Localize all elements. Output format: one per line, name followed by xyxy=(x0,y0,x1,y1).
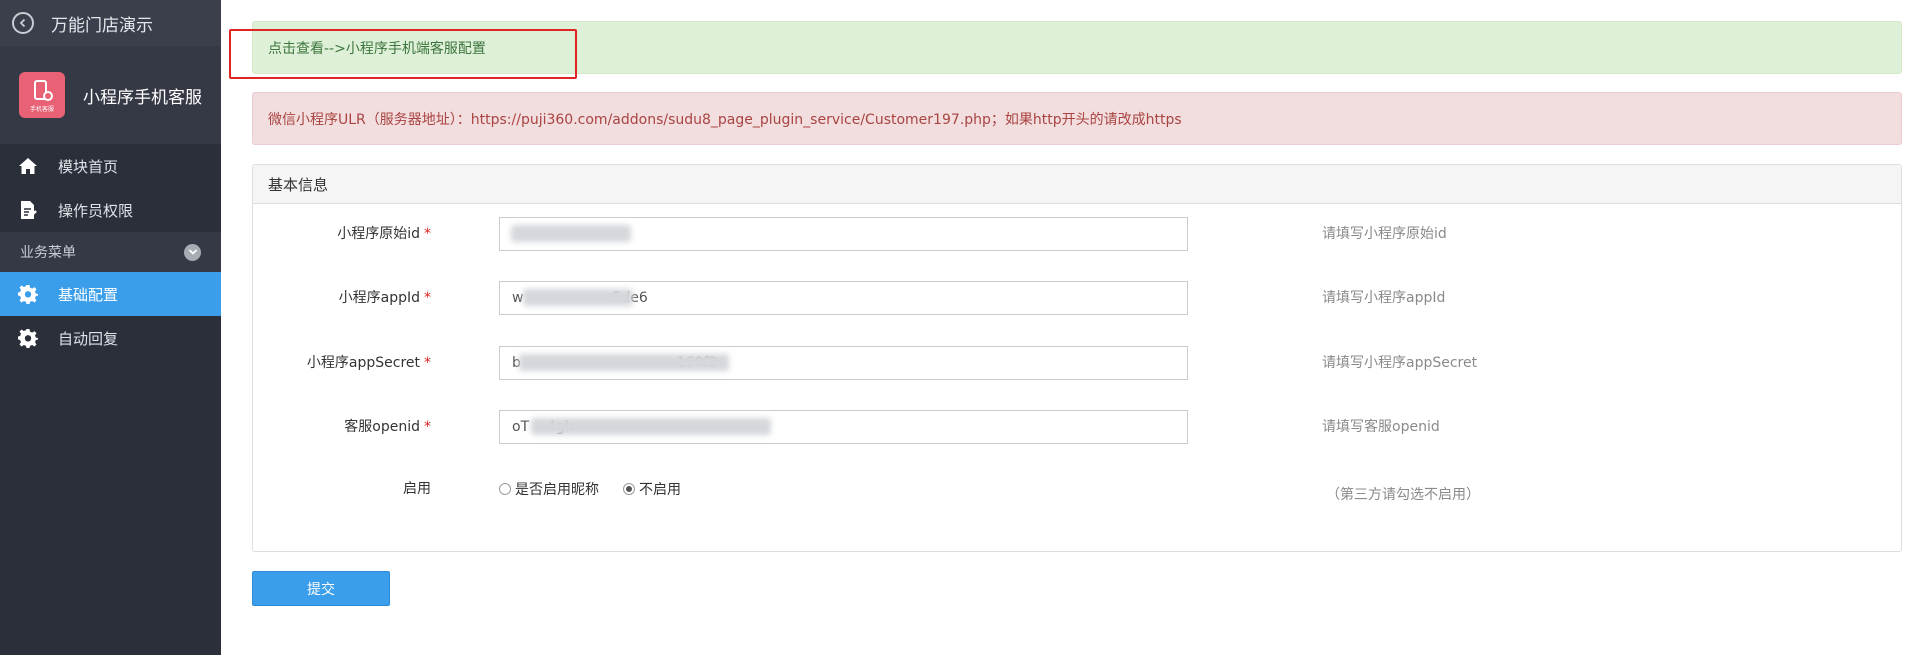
radio-button[interactable] xyxy=(499,483,511,495)
back-button[interactable]: 万能门店演示 xyxy=(0,0,221,46)
redaction xyxy=(523,289,633,306)
chevron-down-icon[interactable] xyxy=(184,243,201,261)
form-row-appid: 小程序appId* 请填写小程序appId xyxy=(253,281,1901,315)
section-label: 业务菜单 xyxy=(20,245,76,261)
submit-button[interactable]: 提交 xyxy=(252,571,390,606)
field-label: 小程序appId * xyxy=(338,290,431,306)
main-content: 点击查看-->小程序手机端客服配置 微信小程序ULR（服务器地址）：https:… xyxy=(252,21,1902,606)
panel-title: 基本信息 xyxy=(253,165,1901,204)
redaction xyxy=(519,354,729,371)
field-help: 请填写小程序原始id xyxy=(1322,226,1447,242)
sidebar-item-basic-config[interactable]: 基础配置 xyxy=(0,272,221,316)
back-arrow-icon[interactable] xyxy=(12,12,34,34)
module-logo: 手机客服 xyxy=(19,72,65,118)
sidebar-item-label: 基础配置 xyxy=(58,285,119,304)
gear-icon xyxy=(18,284,38,304)
form-row-openid: 客服openid* 请填写客服openid xyxy=(253,410,1901,444)
radio-enable-nickname[interactable]: 是否启用昵称 xyxy=(499,479,599,499)
basic-info-panel: 基本信息 小程序原始id* 请填写小程序原始id 小程序appId* 请填写小程… xyxy=(252,164,1902,552)
redaction xyxy=(531,418,771,435)
field-help: 请填写小程序appId xyxy=(1322,290,1446,306)
redaction xyxy=(511,225,631,242)
sidebar-section-business-menu[interactable]: 业务菜单 xyxy=(0,232,221,272)
customer-service-config-link[interactable]: 点击查看-->小程序手机端客服配置 xyxy=(268,38,486,58)
form-row-original-id: 小程序原始id * 请填写小程序原始id xyxy=(253,217,1901,251)
form-row-appsecret: 小程序appSecret* 请填写小程序appSecret xyxy=(253,346,1901,380)
field-label: 客服openid * xyxy=(344,419,431,435)
module-name: 小程序手机客服 xyxy=(83,87,202,108)
radio-disable[interactable]: 不启用 xyxy=(623,479,681,499)
field-help: 请填写客服openid xyxy=(1322,419,1440,435)
enable-radio-group: 是否启用昵称 不启用 xyxy=(499,472,705,506)
sidebar-item-label: 操作员权限 xyxy=(58,201,134,220)
document-edit-icon xyxy=(18,200,38,220)
field-help: （第三方请勾选不启用） xyxy=(1326,487,1480,503)
sidebar-item-operator-permissions[interactable]: 操作员权限 xyxy=(0,188,221,232)
sidebar-item-label: 自动回复 xyxy=(58,329,119,348)
back-title: 万能门店演示 xyxy=(51,15,153,36)
logo-caption: 手机客服 xyxy=(29,106,54,113)
field-label: 小程序原始id * xyxy=(337,226,431,242)
module-header: 手机客服 小程序手机客服 xyxy=(0,46,221,144)
field-label: 小程序appSecret * xyxy=(306,355,431,371)
server-url-notice: 微信小程序ULR（服务器地址）：https://puji360.com/addo… xyxy=(268,111,1182,128)
success-alert: 点击查看-->小程序手机端客服配置 xyxy=(252,21,1902,74)
radio-button[interactable] xyxy=(623,483,635,495)
field-help: 请填写小程序appSecret xyxy=(1322,355,1478,371)
home-icon xyxy=(18,156,38,176)
form-row-enable: 启用 是否启用昵称 不启用 （第三方请勾选不启用） xyxy=(253,472,1901,506)
gear-icon xyxy=(18,328,38,348)
sidebar-item-home[interactable]: 模块首页 xyxy=(0,144,221,188)
danger-alert: 微信小程序ULR（服务器地址）：https://puji360.com/addo… xyxy=(252,92,1902,145)
sidebar-item-auto-reply[interactable]: 自动回复 xyxy=(0,316,221,360)
sidebar: 万能门店演示 手机客服 小程序手机客服 模块首页 操作员权限 业务菜单 基础配置 xyxy=(0,0,221,655)
sidebar-item-label: 模块首页 xyxy=(58,157,119,176)
field-label: 启用 xyxy=(403,481,431,497)
